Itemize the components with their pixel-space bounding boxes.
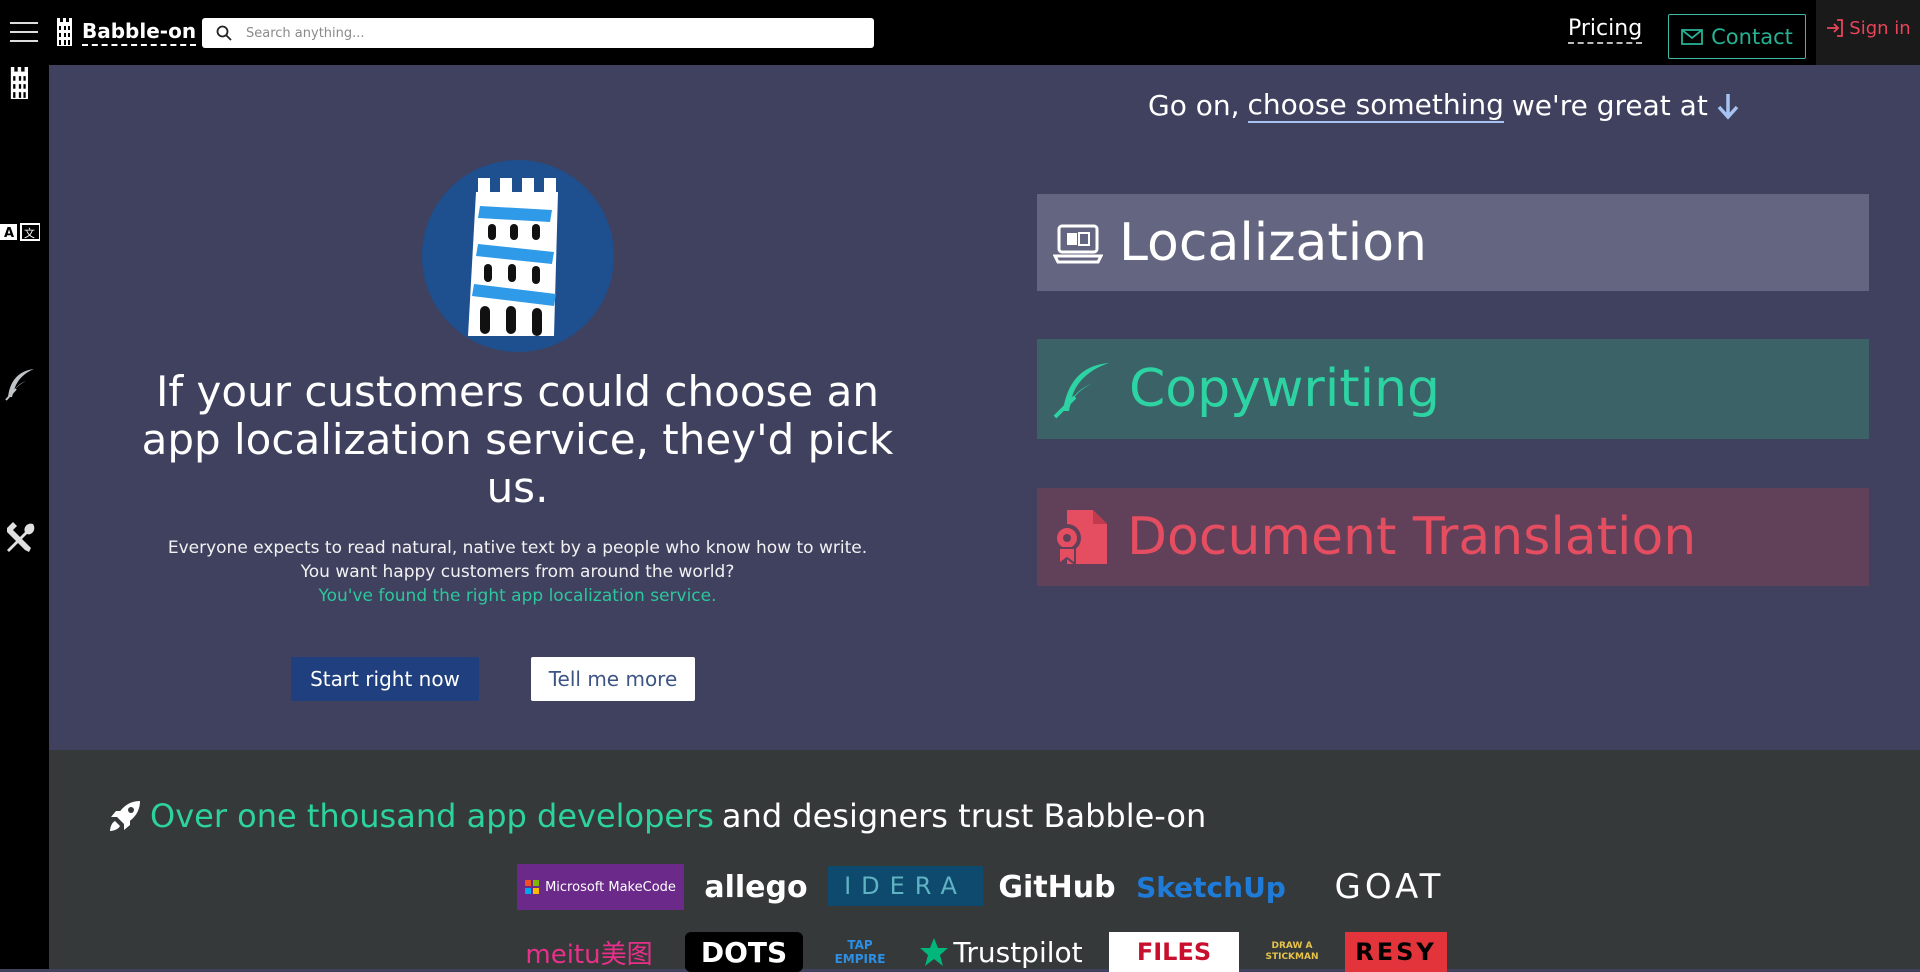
client-logo-sketchup: SketchUp: [1136, 870, 1286, 904]
tower-illustration-icon: [468, 178, 558, 336]
tower-icon: [10, 67, 28, 99]
client-logo-draw-a-stickman: DRAW A STICKMAN: [1265, 941, 1319, 962]
contact-button[interactable]: Contact: [1668, 14, 1806, 59]
localization-card[interactable]: Localization: [1037, 194, 1869, 291]
client-logo-trustpilot: Trustpilot: [913, 932, 1089, 972]
laptop-translate-icon: [1053, 224, 1103, 263]
hero-subtext-line2: You want happy customers from around the…: [300, 562, 735, 582]
hamburger-menu-icon[interactable]: [10, 22, 38, 42]
search-input[interactable]: [246, 19, 874, 47]
client-logo-goat: GOAT: [1334, 867, 1445, 907]
client-logos-row2: meitu美图 DOTS TAP EMPIRE Trustpilot FILES…: [517, 932, 1452, 972]
client-logo-meitu: meitu美图: [525, 939, 653, 970]
certificate-document-icon: [1053, 510, 1107, 566]
choose-prompt-suffix: we're great at: [1511, 89, 1708, 122]
client-logo-files: FILES: [1109, 932, 1239, 972]
client-logos-row1: Microsoft MakeCode allego IDERA GitHub S…: [517, 864, 1452, 910]
brand-name: Babble-on: [82, 19, 197, 46]
hero-subtext-line3: You've found the right app localization …: [318, 586, 717, 606]
envelope-icon: [1681, 28, 1704, 45]
translate-icon: A 文: [0, 223, 40, 241]
sidebar: A 文: [0, 65, 49, 969]
trust-heading-accent: Over one thousand app developers: [150, 797, 714, 835]
trust-heading-rest: and designers trust Babble-on: [721, 797, 1207, 835]
svg-text:A: A: [4, 226, 14, 241]
hero-subtext-line1: Everyone expects to read natural, native…: [167, 538, 868, 558]
top-navbar: Babble-on Pricing Contact Sign in: [0, 0, 1920, 65]
trust-heading: Over one thousand app developers and des…: [108, 797, 1206, 835]
client-logo-dots: DOTS: [685, 932, 803, 972]
choose-something-link[interactable]: choose something: [1247, 88, 1504, 123]
search-bar: [202, 18, 874, 48]
sidebar-item-copywriting[interactable]: [0, 367, 40, 401]
signin-button[interactable]: Sign in: [1816, 0, 1920, 65]
sidebar-item-localization[interactable]: A 文: [0, 222, 40, 242]
client-logo-tap-empire: TAP EMPIRE: [834, 938, 886, 966]
tower-logo-icon: [57, 18, 72, 46]
copywriting-label: Copywriting: [1129, 359, 1441, 419]
hero-subtext: Everyone expects to read natural, native…: [140, 536, 895, 608]
hero-tower-logo: [422, 160, 614, 352]
tell-me-more-button[interactable]: Tell me more: [531, 657, 695, 701]
document-translation-card[interactable]: Document Translation: [1037, 488, 1869, 586]
tools-icon: [7, 522, 35, 552]
microsoft-logo-icon: [525, 880, 540, 894]
client-logo-microsoft-makecode: Microsoft MakeCode: [517, 864, 684, 910]
pricing-link[interactable]: Pricing: [1568, 16, 1643, 44]
choose-prompt: Go on, choose something we're great at: [1148, 88, 1740, 123]
client-logo-idera: IDERA: [828, 866, 983, 906]
sign-in-icon: [1827, 19, 1844, 37]
svg-text:文: 文: [24, 226, 35, 240]
hero-headline: If your customers could choose an app lo…: [141, 367, 894, 512]
copywriting-card[interactable]: Copywriting: [1037, 339, 1869, 439]
localization-label: Localization: [1119, 212, 1427, 273]
feather-icon: [5, 369, 34, 401]
client-logo-allego: allego: [704, 869, 808, 905]
feather-icon: [1053, 363, 1109, 419]
choose-prompt-prefix: Go on,: [1148, 89, 1240, 122]
arrow-down-icon: [1717, 93, 1739, 120]
contact-label: Contact: [1711, 24, 1793, 49]
search-icon: [216, 25, 232, 41]
sidebar-item-tools[interactable]: [0, 520, 40, 554]
sidebar-item-home[interactable]: [0, 67, 40, 99]
start-right-now-button[interactable]: Start right now: [291, 657, 479, 701]
star-icon: [920, 938, 949, 966]
client-logo-resy: RESY: [1345, 932, 1447, 972]
client-logo-github: GitHub: [998, 869, 1116, 905]
brand-link[interactable]: Babble-on: [56, 18, 197, 46]
rocket-icon: [110, 801, 140, 831]
document-translation-label: Document Translation: [1127, 507, 1697, 567]
signin-label: Sign in: [1849, 18, 1911, 39]
